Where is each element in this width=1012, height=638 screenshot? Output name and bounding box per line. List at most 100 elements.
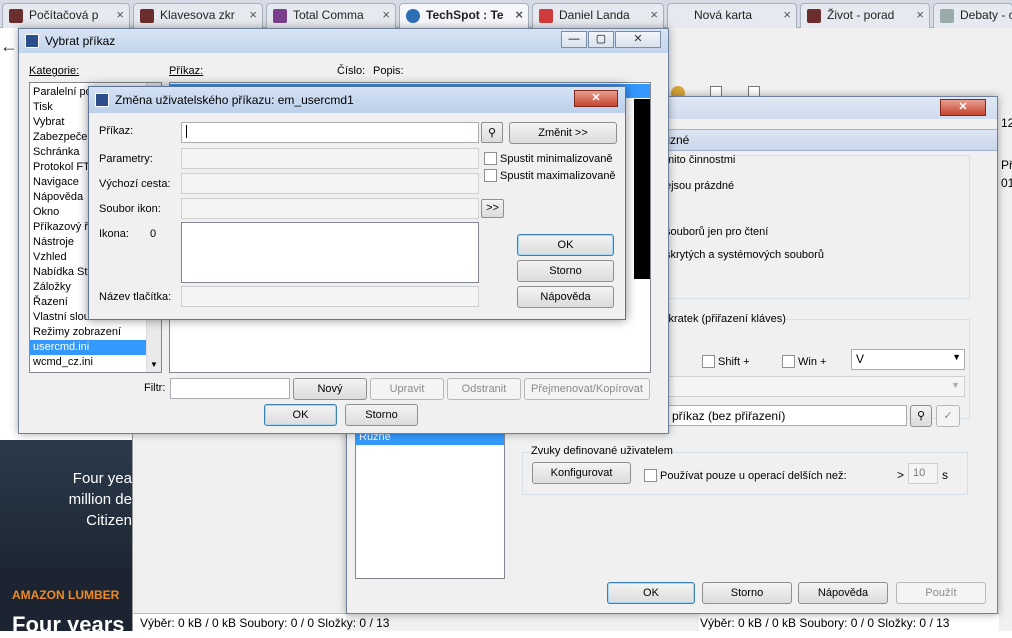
browse-icon-button[interactable]: >> bbox=[481, 199, 504, 218]
options-side-list[interactable]: Různé bbox=[355, 427, 505, 579]
chevron-down-icon[interactable]: ▼ bbox=[952, 352, 961, 362]
promo-line: million de bbox=[68, 491, 132, 508]
browser-tab[interactable]: Total Comma × bbox=[266, 3, 396, 28]
edit-cancel-button[interactable]: Storno bbox=[517, 260, 614, 282]
browser-tab[interactable]: Nová karta × bbox=[667, 3, 797, 28]
number-label: Číslo: bbox=[337, 65, 366, 77]
close-icon[interactable]: ✕ bbox=[574, 90, 618, 107]
browser-tab-active[interactable]: TechSpot : Te × bbox=[399, 3, 529, 28]
description-label: Popis: bbox=[373, 65, 404, 77]
scroll-down-icon[interactable]: ▼ bbox=[147, 358, 161, 372]
close-tab-icon[interactable]: × bbox=[382, 7, 390, 22]
minimize-icon[interactable]: — bbox=[561, 31, 587, 48]
search-icon[interactable]: ⚲ bbox=[481, 122, 503, 143]
key-value: V bbox=[856, 352, 865, 366]
button-name-input[interactable] bbox=[181, 286, 479, 307]
tab-label: Klavesova zkr bbox=[160, 8, 235, 22]
edit-help-button[interactable]: Nápověda bbox=[517, 286, 614, 308]
change-button[interactable]: Změnit >> bbox=[509, 122, 617, 144]
browser-tab[interactable]: Debaty - com bbox=[933, 3, 1012, 28]
command-label: Příkaz: bbox=[99, 125, 133, 137]
icon-file-input[interactable] bbox=[181, 198, 479, 219]
close-tab-icon[interactable]: × bbox=[916, 7, 924, 22]
options-help-button[interactable]: Nápověda bbox=[798, 582, 888, 604]
win-checkbox[interactable] bbox=[782, 355, 795, 368]
debaty-favicon-icon bbox=[940, 9, 954, 23]
start-path-label: Výchozí cesta: bbox=[99, 178, 171, 190]
browser-tab[interactable]: Život - porad × bbox=[800, 3, 930, 28]
filter-input[interactable] bbox=[170, 378, 290, 399]
button-name-label: Název tlačítka: bbox=[99, 291, 172, 303]
list-scrollbar[interactable] bbox=[634, 99, 650, 279]
chevron-down-icon[interactable]: ▼ bbox=[951, 380, 960, 390]
rename-copy-button[interactable]: Přejmenovat/Kopírovat bbox=[524, 378, 650, 400]
icon-preview-list[interactable] bbox=[181, 222, 479, 283]
tab-label: Život - porad bbox=[827, 8, 895, 22]
browser-tab[interactable]: Daniel Landa × bbox=[532, 3, 664, 28]
parameters-input[interactable] bbox=[181, 148, 479, 169]
command-input[interactable] bbox=[181, 122, 479, 143]
start-path-input[interactable] bbox=[181, 173, 479, 194]
browser-tab-bar: Počítačová p × Klavesova zkr × Total Com… bbox=[0, 0, 1012, 28]
tc-app-icon bbox=[95, 93, 109, 107]
shift-checkbox[interactable] bbox=[702, 355, 715, 368]
left-status-text: Výběr: 0 kB / 0 kB Soubory: 0 / 0 Složky… bbox=[140, 616, 390, 630]
shortcut-list-combo[interactable]: ▼ bbox=[667, 376, 965, 397]
seconds-value: 10 bbox=[913, 467, 926, 479]
promo-banner[interactable]: Four yea million de Citizen bbox=[0, 440, 132, 568]
confirm-icon[interactable]: ✓ bbox=[936, 405, 960, 427]
close-tab-icon[interactable]: × bbox=[515, 7, 523, 22]
run-minimized-checkbox[interactable] bbox=[484, 152, 497, 165]
win-label: Win + bbox=[798, 356, 827, 368]
configure-button[interactable]: Konfigurovat bbox=[532, 462, 631, 484]
option-label: ejsou prázdné bbox=[665, 180, 735, 192]
options-ok-button[interactable]: OK bbox=[607, 582, 695, 604]
edit-command-dialog: Změna uživatelského příkazu: em_usercmd1… bbox=[88, 86, 626, 320]
group-title: zkratek (přiřazení kláves) bbox=[663, 313, 786, 325]
browser-tab[interactable]: Klavesova zkr × bbox=[133, 3, 263, 28]
only-longer-checkbox[interactable] bbox=[644, 469, 657, 482]
category-item[interactable]: Režimy zobrazení bbox=[30, 325, 161, 340]
tab-label: Total Comma bbox=[293, 8, 364, 22]
new-button[interactable]: Nový bbox=[293, 378, 367, 400]
group-title: Zvuky definované uživatelem bbox=[531, 445, 673, 457]
back-arrow-icon[interactable]: ← bbox=[0, 36, 18, 57]
select-cancel-button[interactable]: Storno bbox=[345, 404, 418, 426]
assigned-command-field[interactable]: příkaz (bez přiřazení) bbox=[667, 405, 907, 426]
options-cancel-button[interactable]: Storno bbox=[702, 582, 792, 604]
option-label: skrytých a systémových souborů bbox=[665, 249, 824, 261]
edit-ok-button[interactable]: OK bbox=[517, 234, 614, 256]
close-tab-icon[interactable]: × bbox=[116, 7, 124, 22]
edit-button[interactable]: Upravit bbox=[370, 378, 444, 400]
run-minimized-label: Spustit minimalizovaně bbox=[500, 153, 613, 165]
amazon-label: AMAZON LUMBER bbox=[12, 588, 120, 602]
tc-favicon-icon bbox=[273, 9, 287, 23]
side-number: 12 bbox=[1001, 116, 1012, 130]
parameters-label: Parametry: bbox=[99, 153, 153, 165]
run-maximized-checkbox[interactable] bbox=[484, 169, 497, 182]
close-tab-icon[interactable]: × bbox=[783, 7, 791, 22]
category-item-selected[interactable]: usercmd.ini bbox=[30, 340, 161, 355]
browser-tab[interactable]: Počítačová p × bbox=[2, 3, 130, 28]
options-apply-button[interactable]: Použít bbox=[896, 582, 986, 604]
edit-command-titlebar: Změna uživatelského příkazu: em_usercmd1 bbox=[89, 87, 625, 113]
amazon-banner[interactable]: AMAZON LUMBER Four years bbox=[0, 568, 132, 637]
tab-label: Počítačová p bbox=[29, 8, 99, 22]
close-icon[interactable]: ✕ bbox=[615, 31, 661, 48]
category-item[interactable]: wcmd_cz.ini bbox=[30, 355, 161, 370]
seconds-field[interactable]: 10 bbox=[908, 463, 938, 484]
filter-label: Filtr: bbox=[144, 382, 166, 394]
close-tab-icon[interactable]: × bbox=[650, 7, 658, 22]
pcr-favicon-icon bbox=[140, 9, 154, 23]
categories-label: Kategorie: bbox=[29, 65, 80, 77]
search-icon[interactable]: ⚲ bbox=[910, 405, 932, 427]
techspot-favicon-icon bbox=[406, 9, 420, 23]
select-ok-button[interactable]: OK bbox=[264, 404, 337, 426]
maximize-icon[interactable]: ▢ bbox=[588, 31, 614, 48]
key-select[interactable]: V ▼ bbox=[851, 349, 965, 370]
close-tab-icon[interactable]: × bbox=[249, 7, 257, 22]
shift-label: Shift + bbox=[718, 356, 750, 368]
close-icon[interactable]: ✕ bbox=[940, 99, 986, 116]
remove-button[interactable]: Odstranit bbox=[447, 378, 521, 400]
promo-line: Citizen bbox=[86, 512, 132, 529]
